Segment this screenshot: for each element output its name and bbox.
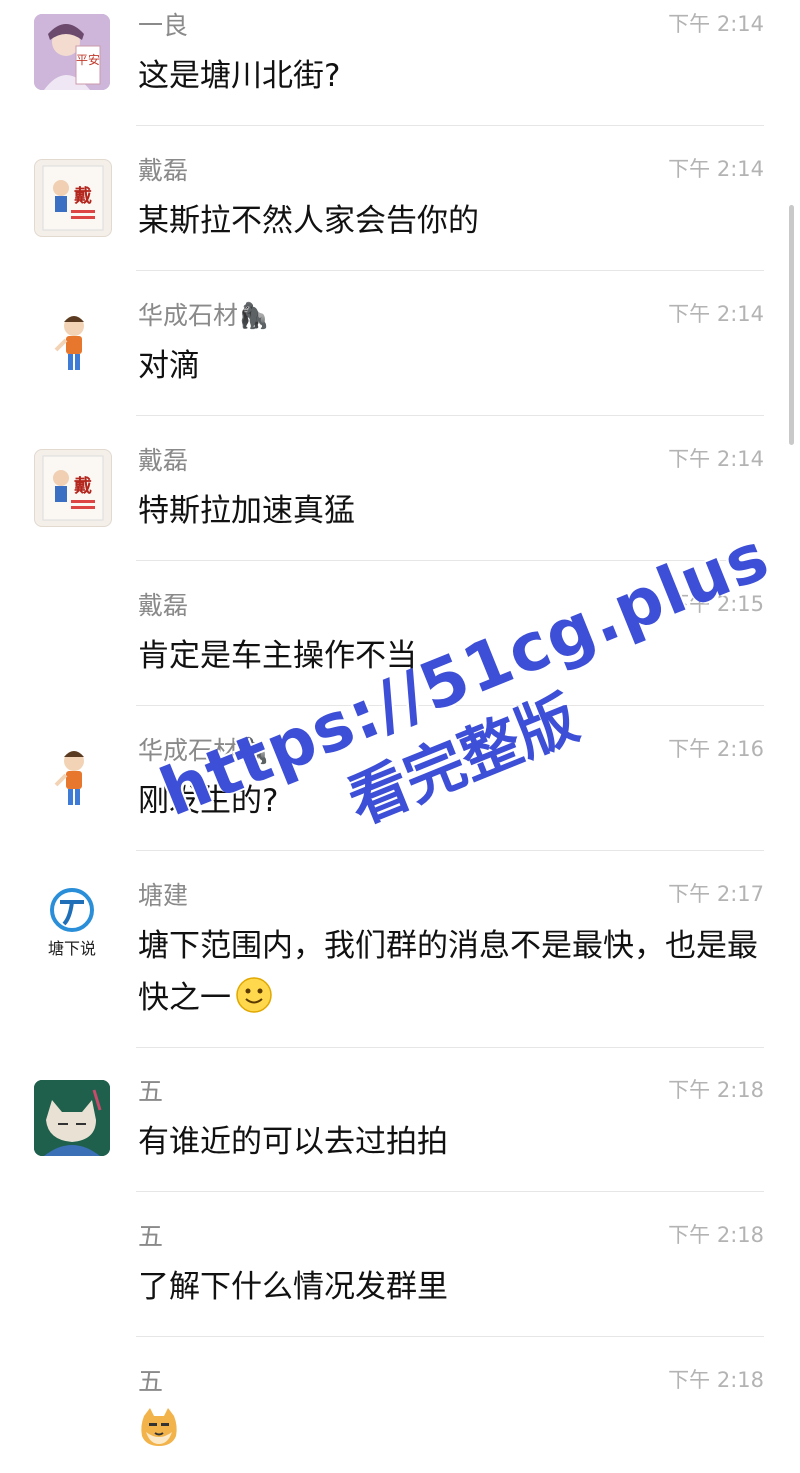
cartoon-kid-icon <box>54 751 84 805</box>
message-divider <box>136 125 764 126</box>
message-time: 下午 2:15 <box>668 592 764 616</box>
avatar-card-glyph: 戴 <box>74 475 92 497</box>
message-divider <box>136 560 764 561</box>
scrollbar[interactable] <box>789 205 794 445</box>
message-text: 塘下范围内，我们群的消息不是最快，也是最快之一 <box>138 928 758 1016</box>
message-time: 下午 2:18 <box>668 1078 764 1102</box>
avatar-card-icon: 戴 <box>42 165 104 231</box>
message-divider <box>136 1191 764 1192</box>
sender-name: 五 <box>138 1077 164 1106</box>
sender-name: 五 <box>138 1367 164 1396</box>
message-time: 下午 2:14 <box>668 447 764 471</box>
doge-emoji-icon <box>138 1406 180 1464</box>
avatar[interactable] <box>34 739 110 815</box>
avatar[interactable]: 塘下说 <box>34 884 110 960</box>
message-text: 了解下什么情况发群里 <box>138 1269 448 1305</box>
avatar-card-glyph: 戴 <box>74 185 92 207</box>
sender-name: 五 <box>138 1222 164 1251</box>
avatar-caption: 塘下说 <box>48 939 96 958</box>
smile-emoji-icon <box>235 976 273 1030</box>
message-divider <box>136 1336 764 1337</box>
message-text: 特斯拉加速真猛 <box>138 493 355 529</box>
sender-name: 戴磊 <box>138 156 189 185</box>
message-time: 下午 2:18 <box>668 1368 764 1392</box>
message-text: 有谁近的可以去过拍拍 <box>138 1124 448 1160</box>
message-divider <box>136 850 764 851</box>
sender-name: 华成石材🦍 <box>138 301 270 330</box>
avatar[interactable] <box>34 304 110 380</box>
sender-name: 塘建 <box>138 881 189 910</box>
sender-name: 一良 <box>138 11 189 40</box>
message-text: 某斯拉不然人家会告你的 <box>138 203 479 239</box>
avatar[interactable] <box>34 1080 110 1156</box>
message-text: 这是塘川北街? <box>138 58 341 94</box>
message-divider <box>136 1047 764 1048</box>
message-text: 刚发生的? <box>138 783 279 819</box>
message-time: 下午 2:18 <box>668 1223 764 1247</box>
avatar-photo-icon: 平安 <box>34 14 110 90</box>
message-divider <box>136 270 764 271</box>
avatar-photo-label: 平安 <box>76 52 100 67</box>
message-time: 下午 2:14 <box>668 302 764 326</box>
message-text-container: 塘下范围内，我们群的消息不是最快，也是最快之一 <box>138 920 768 1030</box>
message-divider <box>136 415 764 416</box>
cat-illustration-icon <box>34 1080 110 1156</box>
message-divider <box>136 705 764 706</box>
avatar-card-icon: 戴 <box>42 455 104 521</box>
message-time: 下午 2:17 <box>668 882 764 906</box>
avatar[interactable]: 戴 <box>34 449 112 527</box>
message-time: 下午 2:16 <box>668 737 764 761</box>
tangxiashuo-logo-icon: 塘下说 <box>48 888 96 958</box>
cartoon-kid-icon <box>54 316 84 370</box>
sender-name: 戴磊 <box>138 591 189 620</box>
watermark-overlay: https://51cg.plus 看完整版 <box>150 517 800 904</box>
sender-name: 华成石材🦍 <box>138 736 270 765</box>
avatar[interactable]: 平安 <box>34 14 110 90</box>
message-text: 肯定是车主操作不当 <box>138 638 417 674</box>
avatar[interactable]: 戴 <box>34 159 112 237</box>
sender-name: 戴磊 <box>138 446 189 475</box>
message-time: 下午 2:14 <box>668 157 764 181</box>
message-text <box>138 1406 768 1464</box>
message-text: 对滴 <box>138 348 200 384</box>
message-time: 下午 2:14 <box>668 12 764 36</box>
